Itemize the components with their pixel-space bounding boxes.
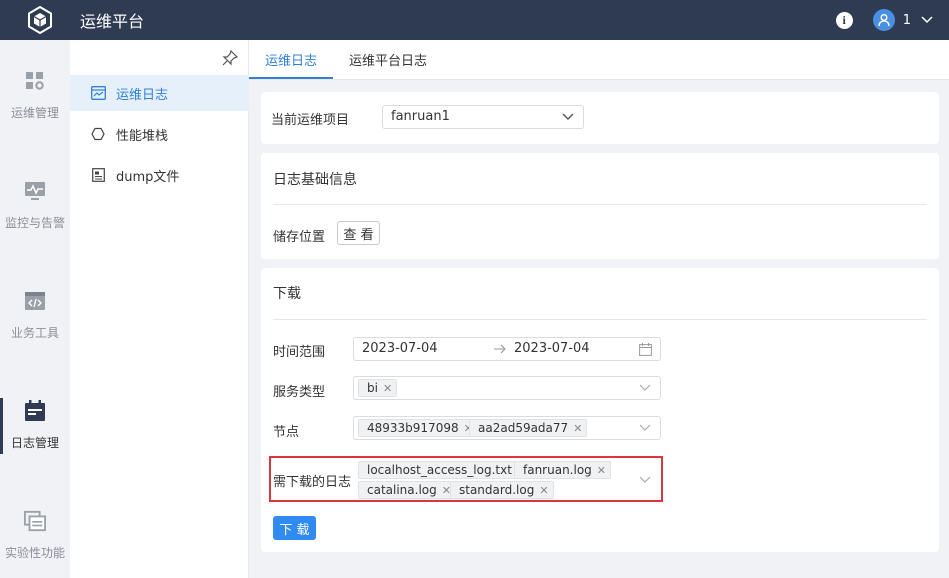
rail-item-experimental[interactable]: 实验性功能 <box>0 480 70 578</box>
divider <box>273 319 927 320</box>
rail-item-label: 业务工具 <box>10 325 59 340</box>
tag-label: 48933b917098 <box>367 421 459 435</box>
download-card: 下载 时间范围 2023-07-04 2023-07-04 服务类型 bi ✕ <box>261 268 939 552</box>
rail-item-label: 监控与告警 <box>4 215 65 230</box>
close-icon[interactable]: ✕ <box>383 382 392 395</box>
node-label: 节点 <box>273 425 300 440</box>
log-tag: catalina.log ✕ <box>358 481 456 499</box>
chevron-down-icon <box>561 110 575 124</box>
tag-label: fanruan.log <box>523 463 592 477</box>
tab-ops-log[interactable]: 运维日志 <box>249 39 334 79</box>
storage-label: 储存位置 <box>273 230 326 245</box>
rail-item-label: 实验性功能 <box>4 545 65 560</box>
info-icon[interactable]: i <box>835 11 853 29</box>
tag-label: standard.log <box>459 483 535 497</box>
time-range-label: 时间范围 <box>273 345 326 360</box>
subnav-item-label: 运维日志 <box>116 87 169 103</box>
download-button[interactable]: 下 载 <box>273 516 316 540</box>
log-tag: standard.log ✕ <box>450 481 554 499</box>
tag-label: aa2ad59ada77 <box>478 421 569 435</box>
subnav-item-label: 性能堆栈 <box>116 128 169 144</box>
subnav-item-perf-stack[interactable]: 性能堆栈 <box>70 116 249 152</box>
calendar-log-icon <box>24 399 46 422</box>
node-select[interactable]: 48933b917098 ✕ aa2ad59ada77 ✕ <box>353 416 661 440</box>
subnav-item-dump-file[interactable]: dump文件 <box>70 157 249 193</box>
log-tag: fanruan.log ✕ <box>514 461 612 479</box>
end-date[interactable]: 2023-07-04 <box>514 338 590 360</box>
view-storage-button[interactable]: 查 看 <box>337 221 380 245</box>
service-tag: bi ✕ <box>358 379 398 397</box>
rail-item-label: 运维管理 <box>10 105 59 120</box>
hexagon-icon <box>90 126 106 142</box>
log-tag: localhost_access_log.txt ✕ <box>358 461 532 479</box>
chevron-down-icon <box>638 473 652 487</box>
close-icon[interactable]: ✕ <box>573 422 582 435</box>
divider <box>273 204 927 205</box>
basic-info-title: 日志基础信息 <box>273 172 357 188</box>
node-tag: aa2ad59ada77 ✕ <box>469 419 588 437</box>
document-icon <box>90 167 106 183</box>
app-title: 运维平台 <box>80 12 145 31</box>
avatar[interactable] <box>872 9 895 31</box>
rail-item-log-management[interactable]: 日志管理 <box>0 370 70 480</box>
rail-item-monitoring[interactable]: 监控与告警 <box>0 150 70 260</box>
basic-info-card: 日志基础信息 储存位置 查 看 <box>261 153 939 259</box>
node-tag: 48933b917098 ✕ <box>358 419 478 437</box>
secondary-sidebar: 运维日志 性能堆栈 dump文件 <box>70 40 249 578</box>
rail-item-label: 日志管理 <box>10 435 59 450</box>
tab-platform-log[interactable]: 运维平台日志 <box>333 39 443 79</box>
tab-bar: 运维日志 运维平台日志 <box>249 40 949 80</box>
pin-icon[interactable] <box>222 49 239 66</box>
chart-window-icon <box>90 85 106 101</box>
project-card: 当前运维项目 fanruan1 <box>261 92 939 144</box>
calendar-icon <box>639 343 652 356</box>
project-label: 当前运维项目 <box>271 113 350 128</box>
start-date[interactable]: 2023-07-04 <box>362 338 438 360</box>
monitor-pulse-icon <box>24 180 46 202</box>
rail-item-ops-management[interactable]: 运维管理 <box>0 40 70 150</box>
rail-item-business-tools[interactable]: 业务工具 <box>0 260 70 370</box>
download-title: 下载 <box>273 286 301 302</box>
logs-label: 需下载的日志 <box>273 475 352 490</box>
code-window-icon <box>24 290 46 312</box>
service-type-label: 服务类型 <box>273 385 326 400</box>
main-content: 运维日志 运维平台日志 当前运维项目 fanruan1 日志基础信息 储存位置 … <box>249 40 949 578</box>
close-icon[interactable]: ✕ <box>597 464 606 477</box>
chevron-down-icon[interactable] <box>919 12 935 28</box>
tag-label: catalina.log <box>367 483 437 497</box>
chevron-down-icon <box>638 421 652 435</box>
subnav-item-ops-log[interactable]: 运维日志 <box>70 75 249 111</box>
date-range-picker[interactable]: 2023-07-04 2023-07-04 <box>353 337 661 361</box>
app-logo-icon[interactable] <box>20 0 60 40</box>
user-icon <box>878 14 890 27</box>
primary-sidebar: 运维管理 监控与告警 业务工具 日志管理 实验性功能 <box>0 40 70 578</box>
tag-label: localhost_access_log.txt <box>367 463 512 477</box>
service-type-select[interactable]: bi ✕ <box>353 376 661 400</box>
logs-select[interactable]: localhost_access_log.txt ✕ fanruan.log ✕… <box>353 458 661 500</box>
subnav-item-label: dump文件 <box>116 169 180 185</box>
chevron-down-icon <box>638 381 652 395</box>
user-name[interactable]: 1 <box>903 13 911 28</box>
project-select[interactable]: fanruan1 <box>382 105 584 129</box>
tag-label: bi <box>367 381 378 395</box>
close-icon[interactable]: ✕ <box>539 484 548 497</box>
header-actions: i 1 <box>835 0 935 40</box>
top-bar: 运维平台 i 1 <box>0 0 949 40</box>
arrow-right-icon <box>493 343 507 357</box>
project-select-value: fanruan1 <box>391 109 450 124</box>
window-list-icon <box>24 510 46 532</box>
grid-gear-icon <box>24 70 46 92</box>
